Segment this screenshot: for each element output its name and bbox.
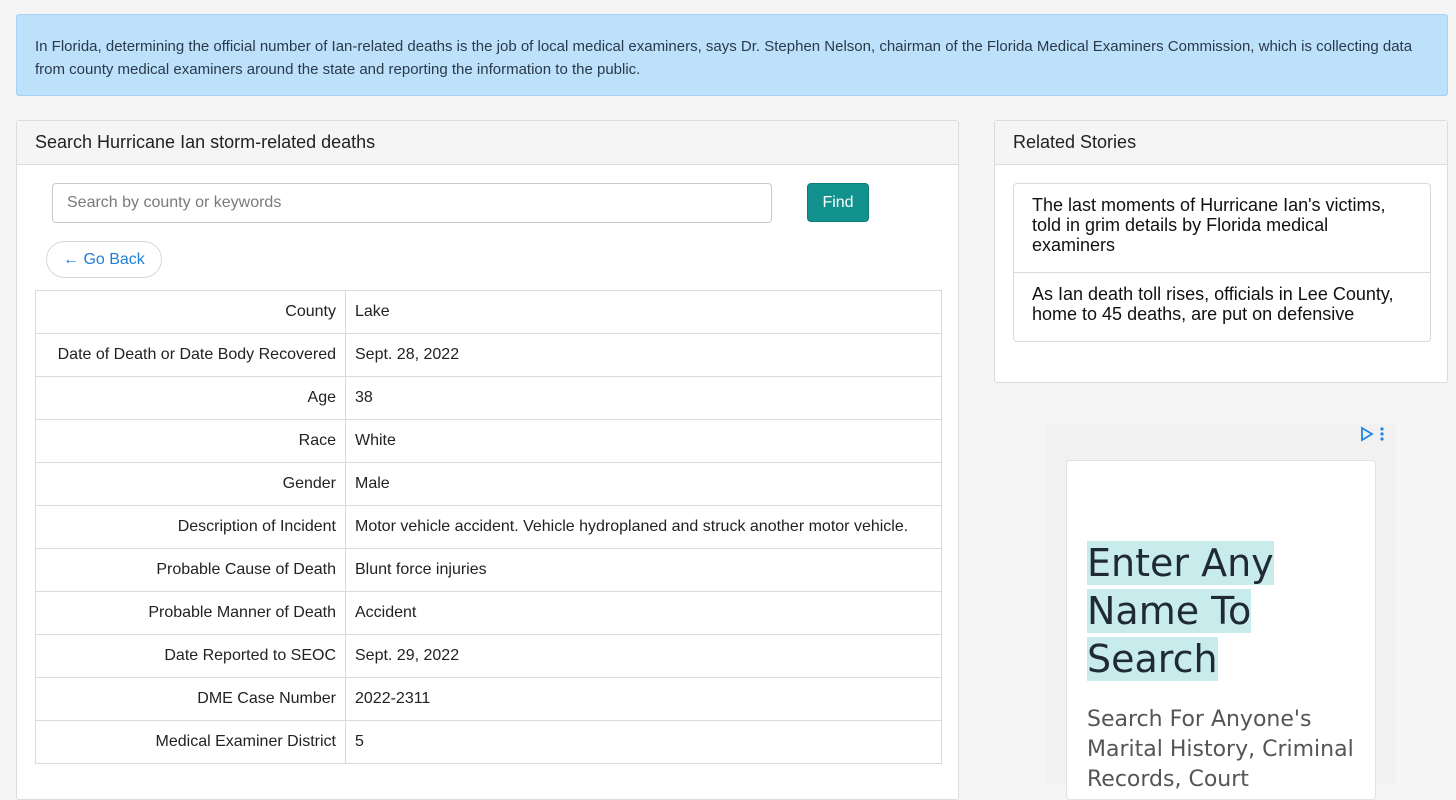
related-stories-list: The last moments of Hurricane Ian's vict…	[1013, 183, 1431, 342]
row-label: Gender	[35, 462, 346, 506]
table-row: Date of Death or Date Body Recovered Sept…	[35, 333, 942, 377]
table-row: Description of Incident Motor vehicle acc…	[35, 505, 942, 549]
table-row: Probable Manner of Death Accident	[35, 591, 942, 635]
find-button[interactable]: Find	[807, 183, 869, 222]
more-options-icon[interactable]	[1380, 427, 1384, 441]
table-row: Age 38	[35, 376, 942, 420]
table-row: Race White	[35, 419, 942, 463]
row-label: Date Reported to SEOC	[35, 634, 346, 678]
death-details-table: County Lake Date of Death or Date Body Rec…	[35, 290, 942, 764]
row-value: Sept. 28, 2022	[345, 333, 942, 377]
row-label: Description of Incident	[35, 505, 346, 549]
row-value: Lake	[345, 290, 942, 334]
ad-card[interactable]: Enter Any Name To Search Search For Anyo…	[1066, 460, 1376, 800]
go-back-button[interactable]: ← Go Back	[46, 241, 162, 278]
table-row: Medical Examiner District 5	[35, 720, 942, 764]
row-value: 5	[345, 720, 942, 764]
related-stories-title: Related Stories	[995, 121, 1447, 165]
ad-choices-controls[interactable]	[1354, 426, 1388, 442]
row-value: Blunt force injuries	[345, 548, 942, 592]
row-value: Accident	[345, 591, 942, 635]
row-value: 2022-2311	[345, 677, 942, 721]
row-label: DME Case Number	[35, 677, 346, 721]
ad-headline[interactable]: Enter Any Name To Search	[1087, 539, 1347, 683]
row-label: Age	[35, 376, 346, 420]
ad-headline-text[interactable]: Enter Any Name To Search	[1087, 541, 1274, 681]
ad-choices-icon[interactable]	[1361, 426, 1374, 442]
row-label: Date of Death or Date Body Recovered	[35, 333, 346, 377]
info-banner: In Florida, determining the official num…	[16, 14, 1448, 96]
table-row: Gender Male	[35, 462, 942, 506]
row-value: 38	[345, 376, 942, 420]
related-story-link[interactable]: As Ian death toll rises, officials in Le…	[1014, 272, 1430, 341]
advertisement: Enter Any Name To Search Search For Anyo…	[1046, 424, 1396, 800]
row-label: County	[35, 290, 346, 334]
search-input[interactable]	[52, 183, 772, 223]
table-row: DME Case Number 2022-2311	[35, 677, 942, 721]
search-panel: Search Hurricane Ian storm-related death…	[16, 120, 959, 800]
row-label: Probable Cause of Death	[35, 548, 346, 592]
table-row: County Lake	[35, 290, 942, 334]
table-row: Probable Cause of Death Blunt force injur…	[35, 548, 942, 592]
related-stories-panel: Related Stories The last moments of Hurr…	[994, 120, 1448, 383]
row-label: Race	[35, 419, 346, 463]
row-label: Medical Examiner District	[35, 720, 346, 764]
ad-subtext[interactable]: Search For Anyone's Marital History, Cri…	[1087, 705, 1367, 795]
related-story-link[interactable]: The last moments of Hurricane Ian's vict…	[1014, 184, 1430, 272]
row-label: Probable Manner of Death	[35, 591, 346, 635]
row-value: White	[345, 419, 942, 463]
table-row: Date Reported to SEOC Sept. 29, 2022	[35, 634, 942, 678]
row-value: Sept. 29, 2022	[345, 634, 942, 678]
row-value: Male	[345, 462, 942, 506]
info-banner-text: In Florida, determining the official num…	[35, 38, 1413, 78]
row-value: Motor vehicle accident. Vehicle hydropla…	[345, 505, 942, 549]
search-panel-title: Search Hurricane Ian storm-related death…	[17, 121, 958, 165]
